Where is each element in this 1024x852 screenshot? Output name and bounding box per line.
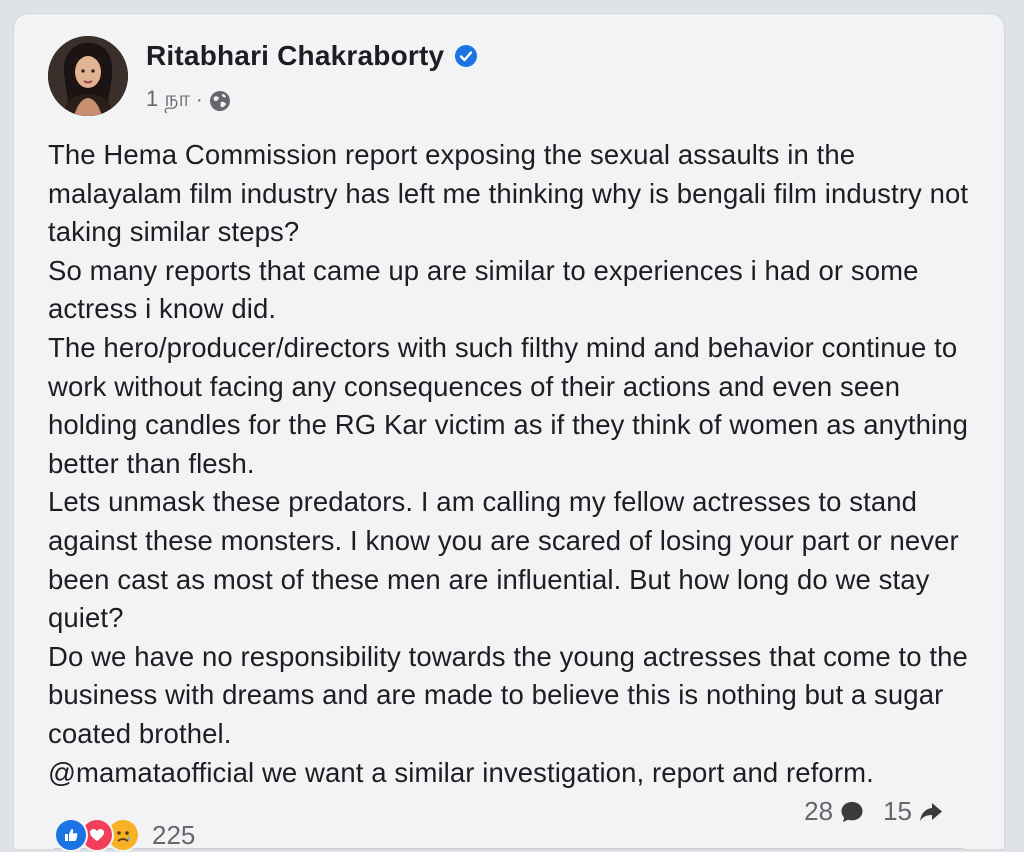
reaction-count[interactable]: 225	[152, 820, 195, 851]
verified-badge-icon	[454, 44, 478, 68]
post-paragraph: The hero/producer/directors with such fi…	[48, 331, 976, 479]
avatar-image	[48, 36, 128, 116]
shares-stat[interactable]: 15	[883, 796, 944, 827]
comment-icon	[839, 799, 865, 825]
comment-count: 28	[804, 796, 834, 826]
post-header: Ritabhari Chakraborty 1 நா ·	[48, 36, 478, 116]
author-name[interactable]: Ritabhari Chakraborty	[146, 40, 444, 72]
post-text: The Hema Commission report exposing the …	[48, 136, 988, 792]
post-meta: 1 நா ·	[146, 86, 478, 115]
post-paragraph: Do we have no responsibility towards the…	[48, 640, 976, 749]
engagement-stats: 28 15	[804, 796, 944, 827]
post-card: Ritabhari Chakraborty 1 நா · The Hema Co…	[14, 14, 1004, 852]
post-paragraph: The Hema Commission report exposing the …	[48, 139, 976, 248]
share-icon	[918, 799, 944, 825]
post-paragraph: So many reports that came up are similar…	[48, 254, 927, 325]
reactions-summary[interactable]: 225	[54, 818, 195, 852]
post-paragraph: Lets unmask these predators. I am callin…	[48, 486, 967, 634]
like-icon	[54, 818, 88, 852]
post-footer: 225 28 15	[54, 782, 964, 852]
avatar[interactable]	[48, 36, 128, 116]
header-text: Ritabhari Chakraborty 1 நா ·	[146, 40, 478, 115]
meta-separator: ·	[195, 89, 203, 111]
comments-stat[interactable]: 28	[804, 796, 865, 827]
globe-icon[interactable]	[209, 90, 231, 112]
name-row: Ritabhari Chakraborty	[146, 40, 478, 72]
post-timestamp[interactable]: 1 நா	[146, 86, 190, 115]
share-count: 15	[883, 796, 912, 826]
